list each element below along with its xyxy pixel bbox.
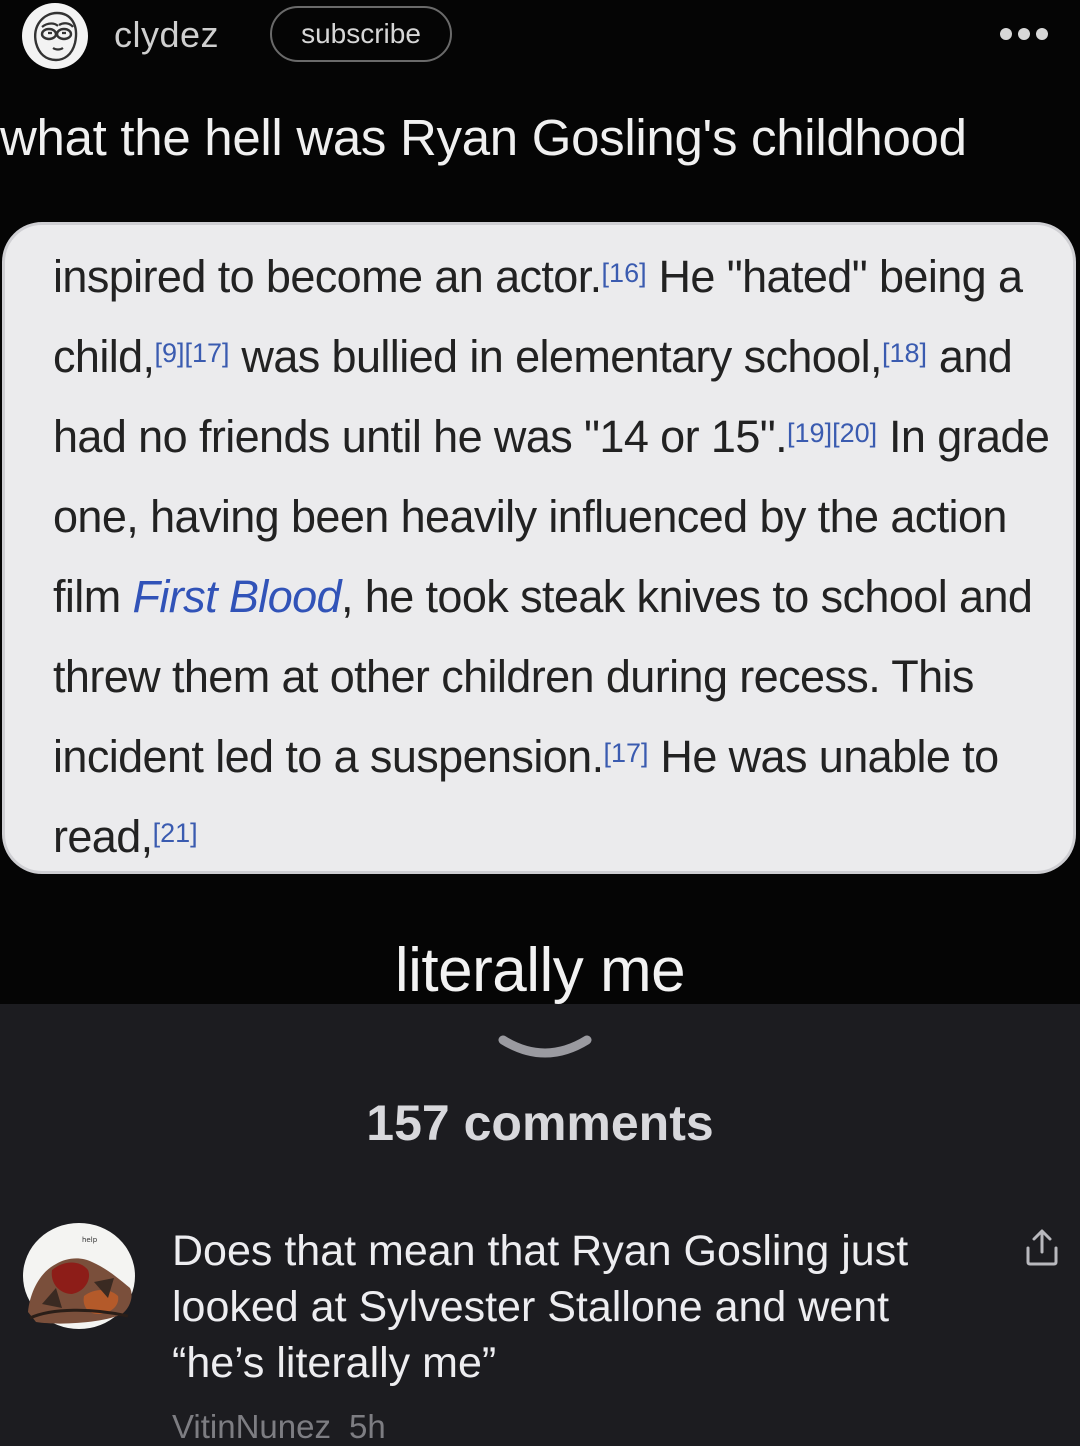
avatar[interactable] bbox=[22, 3, 88, 69]
citation: [21] bbox=[152, 818, 198, 848]
comment-count: 157 comments bbox=[366, 1095, 714, 1151]
citation: [9][17] bbox=[154, 338, 230, 368]
wiki-excerpt-card: inspired to become an actor.[16] He "hat… bbox=[2, 222, 1076, 874]
citation: [17] bbox=[603, 738, 649, 768]
first-blood-link: First Blood bbox=[132, 571, 342, 622]
avatar-label: help bbox=[82, 1236, 98, 1244]
subscribe-button[interactable]: subscribe bbox=[270, 6, 452, 62]
wiki-excerpt-text: inspired to become an actor.[16] He "hat… bbox=[53, 251, 1050, 862]
commenter-avatar[interactable]: help bbox=[22, 1222, 136, 1330]
share-icon[interactable] bbox=[1022, 1228, 1062, 1268]
comment-body: Does that mean that Ryan Gosling just lo… bbox=[172, 1227, 909, 1387]
comment-meta: VitinNunez 5h bbox=[172, 1408, 404, 1446]
face-icon bbox=[34, 11, 78, 62]
ellipsis-icon[interactable] bbox=[1000, 24, 1050, 44]
citation: [19][20] bbox=[787, 418, 878, 448]
post-header: clydez subscribe bbox=[0, 0, 1080, 80]
chevron-down-icon[interactable] bbox=[495, 1030, 595, 1066]
post-title: what the hell was Ryan Gosling's childho… bbox=[0, 109, 967, 166]
comment-author[interactable]: VitinNunez bbox=[172, 1408, 331, 1445]
comment-age: 5h bbox=[349, 1408, 386, 1445]
username-link[interactable]: clydez bbox=[114, 14, 219, 56]
citation: [16] bbox=[601, 258, 647, 288]
meme-caption: literally me bbox=[394, 936, 686, 1005]
post-image[interactable]: clydez subscribe what the hell was Ryan … bbox=[0, 0, 1080, 1005]
citation: [18] bbox=[881, 338, 928, 368]
